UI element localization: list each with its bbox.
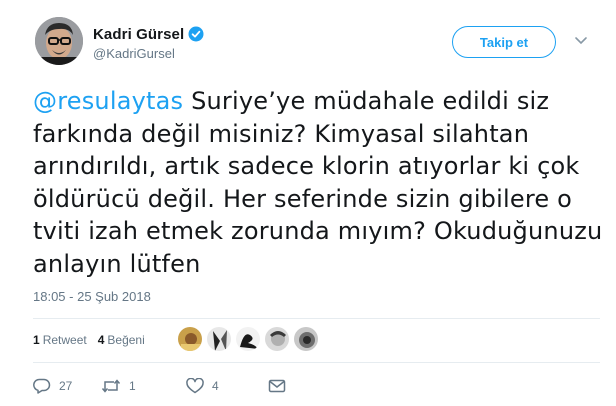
heart-icon[interactable]	[186, 378, 204, 394]
retweet-count: 1	[129, 379, 136, 393]
likes-stat[interactable]: 4 Beğeni	[98, 333, 145, 347]
retweets-stat-label: Retweet	[42, 333, 87, 347]
verified-badge-icon	[188, 26, 204, 42]
reply-count: 27	[59, 379, 73, 393]
follow-button[interactable]: Takip et	[452, 26, 556, 58]
liker-avatar[interactable]	[177, 326, 203, 352]
divider	[33, 362, 600, 363]
profile-photo	[35, 17, 83, 65]
liker-avatars	[177, 326, 322, 352]
reply-action[interactable]: 27	[33, 378, 101, 394]
avatar[interactable]	[35, 17, 83, 65]
user-handle[interactable]: @KadriGursel	[93, 46, 204, 61]
direct-message-action[interactable]	[268, 378, 286, 394]
retweet-action[interactable]: 1	[101, 378, 186, 394]
liker-avatar[interactable]	[206, 326, 232, 352]
tweet-stats: 1 Retweet 4 Beğeni	[33, 333, 156, 347]
liker-avatar[interactable]	[235, 326, 261, 352]
like-count: 4	[212, 379, 219, 393]
likes-stat-label: Beğeni	[107, 333, 145, 347]
liker-avatar[interactable]	[293, 326, 319, 352]
divider	[33, 318, 600, 319]
user-info[interactable]: Kadri Gürsel @KadriGursel	[93, 24, 204, 61]
like-action[interactable]: 4	[186, 378, 268, 394]
retweets-stat[interactable]: 1 Retweet	[33, 333, 87, 347]
tweet-text: @resulaytas Suriye’ye müdahale edildi si…	[33, 85, 603, 280]
chevron-down-icon[interactable]	[574, 36, 588, 46]
mention-link[interactable]: @resulaytas	[33, 87, 183, 115]
envelope-icon[interactable]	[268, 378, 286, 394]
tweet-actions: 27 1 4	[33, 378, 286, 394]
likes-stat-count: 4	[97, 333, 105, 347]
liker-avatar[interactable]	[264, 326, 290, 352]
display-name[interactable]: Kadri Gürsel	[93, 26, 184, 43]
retweet-icon[interactable]	[101, 378, 121, 394]
tweet-timestamp[interactable]: 18:05 - 25 Şub 2018	[33, 289, 151, 304]
retweets-stat-count: 1	[33, 333, 40, 347]
tweet-body: Suriye’ye müdahale edildi siz farkında d…	[33, 87, 603, 278]
reply-icon[interactable]	[33, 378, 51, 394]
